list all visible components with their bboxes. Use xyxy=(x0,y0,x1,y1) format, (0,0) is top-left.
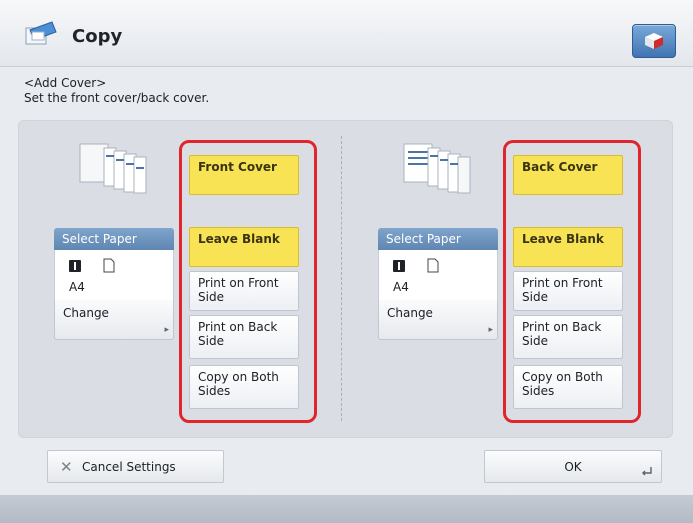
back-paper-info: A4 xyxy=(378,250,498,300)
front-copy-both-sides-button[interactable]: Copy on Both Sides xyxy=(189,365,299,409)
enter-icon xyxy=(642,467,652,476)
back-cover-options: Back Cover Leave Blank Print on Front Si… xyxy=(503,140,641,423)
sheet-icon xyxy=(427,258,439,273)
front-print-front-side-button[interactable]: Print on Front Side xyxy=(189,271,299,311)
ok-label: OK xyxy=(564,460,582,474)
paper-tray-icon xyxy=(69,260,81,272)
front-cover-button[interactable]: Front Cover xyxy=(189,155,299,195)
title-bar: Copy xyxy=(0,0,693,67)
back-select-paper-label: Select Paper xyxy=(378,228,498,250)
chevron-right-icon: ▸ xyxy=(164,325,169,335)
close-icon: ✕ xyxy=(60,458,73,476)
paper-stack-icon xyxy=(79,143,147,194)
back-paper-size: A4 xyxy=(393,280,409,294)
cancel-settings-button[interactable]: ✕ Cancel Settings xyxy=(47,450,224,483)
copy-app-icon xyxy=(25,21,57,45)
back-print-front-side-button[interactable]: Print on Front Side xyxy=(513,271,623,311)
back-leave-blank-button[interactable]: Leave Blank xyxy=(513,227,623,267)
front-change-paper-button[interactable]: Change ▸ xyxy=(54,300,174,340)
page-title: Copy xyxy=(72,26,123,47)
ok-button[interactable]: OK xyxy=(484,450,662,483)
front-cover-options: Front Cover Leave Blank Print on Front S… xyxy=(179,140,317,423)
front-select-paper-label: Select Paper xyxy=(54,228,174,250)
back-select-paper: Select Paper A4 Change ▸ xyxy=(378,228,498,348)
paper-tray-icon xyxy=(393,260,405,272)
front-paper-info: A4 xyxy=(54,250,174,300)
front-print-back-side-button[interactable]: Print on Back Side xyxy=(189,315,299,359)
status-bar xyxy=(0,495,693,523)
paper-stack-icon xyxy=(403,143,471,194)
front-change-label: Change xyxy=(63,306,109,320)
counter-check-icon xyxy=(645,33,663,49)
panel-divider xyxy=(341,136,342,421)
back-copy-both-sides-button[interactable]: Copy on Both Sides xyxy=(513,365,623,409)
sheet-icon xyxy=(103,258,115,273)
back-change-label: Change xyxy=(387,306,433,320)
back-print-back-side-button[interactable]: Print on Back Side xyxy=(513,315,623,359)
instruction-body: Set the front cover/back cover. xyxy=(24,91,210,105)
counter-check-button[interactable] xyxy=(632,24,676,58)
instruction-heading: <Add Cover> xyxy=(24,76,107,90)
front-leave-blank-button[interactable]: Leave Blank xyxy=(189,227,299,267)
front-select-paper: Select Paper A4 Change ▸ xyxy=(54,228,174,348)
back-cover-button[interactable]: Back Cover xyxy=(513,155,623,195)
cancel-settings-label: Cancel Settings xyxy=(82,460,176,474)
instruction-text: <Add Cover> Set the front cover/back cov… xyxy=(24,76,209,106)
chevron-right-icon: ▸ xyxy=(488,325,493,335)
front-paper-size: A4 xyxy=(69,280,85,294)
back-change-paper-button[interactable]: Change ▸ xyxy=(378,300,498,340)
